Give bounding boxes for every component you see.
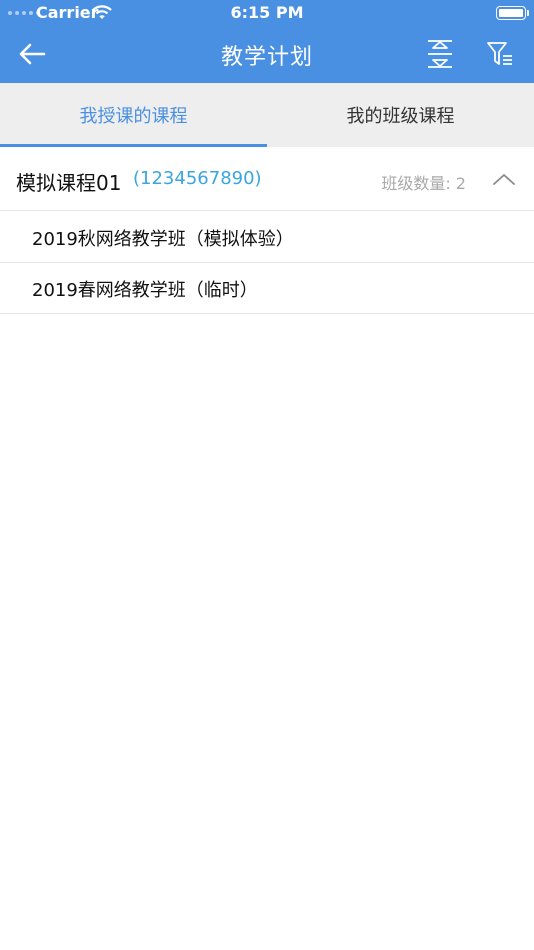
course-header-row[interactable]: 模拟课程01 (1234567890) 班级数量: 2 <box>0 148 534 211</box>
chevron-up-icon[interactable] <box>490 170 518 188</box>
nav-bar: 教学计划 <box>0 26 534 83</box>
app-header: Carrier 6:15 PM 教学计划 <box>0 0 534 83</box>
clock: 6:15 PM <box>230 3 304 22</box>
tab-bar: 我授课的课程 我的班级课程 <box>0 83 534 147</box>
class-list-item[interactable]: 2019秋网络教学班（模拟体验） <box>0 212 534 263</box>
tab-my-teaching-courses[interactable]: 我授课的课程 <box>0 83 267 147</box>
class-list-item[interactable]: 2019春网络教学班（临时） <box>0 263 534 314</box>
collapse-icon <box>428 40 452 68</box>
tab-label: 我的班级课程 <box>346 106 455 127</box>
battery-icon <box>496 6 526 20</box>
class-count: 班级数量: 2 <box>381 174 466 193</box>
battery-tip <box>527 10 529 16</box>
filter-button[interactable] <box>480 36 520 72</box>
tab-my-class-courses[interactable]: 我的班级课程 <box>267 83 534 147</box>
filter-icon <box>487 42 512 65</box>
collapse-all-button[interactable] <box>420 36 460 72</box>
class-name: 2019春网络教学班（临时） <box>32 280 258 301</box>
course-code: (1234567890) <box>133 168 262 189</box>
class-name: 2019秋网络教学班（模拟体验） <box>32 229 294 250</box>
status-bar: Carrier 6:15 PM <box>0 0 534 26</box>
tab-label: 我授课的课程 <box>79 106 188 127</box>
course-name: 模拟课程01 <box>16 171 122 195</box>
